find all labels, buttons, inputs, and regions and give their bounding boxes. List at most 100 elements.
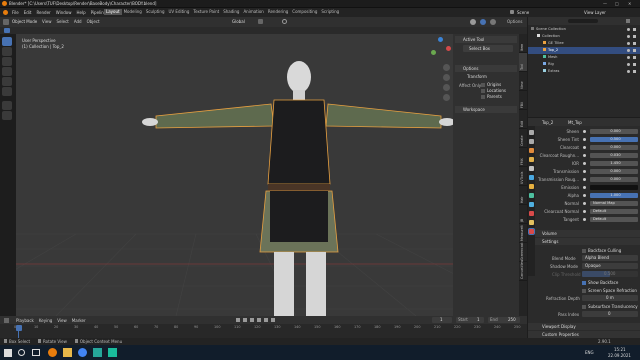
- minimize-button[interactable]: —: [603, 1, 607, 6]
- clip-threshold-field[interactable]: 0.500: [582, 271, 638, 277]
- outliner-item[interactable]: Scene Collection: [528, 26, 640, 33]
- outliner-item[interactable]: GE Tillee: [528, 40, 640, 47]
- sidebar-tab-fbx[interactable]: FBX: [519, 91, 527, 110]
- visibility-eye-icon[interactable]: [627, 49, 630, 52]
- camera-icon[interactable]: [443, 84, 450, 91]
- tool-cursor-icon[interactable]: [2, 47, 12, 56]
- properties-tab-icon[interactable]: [529, 220, 534, 225]
- sidebar-tab-hair[interactable]: Hair: [519, 186, 527, 205]
- shading-rendered-icon[interactable]: [490, 19, 496, 25]
- ssr-row[interactable]: Screen Space Refraction: [582, 288, 638, 294]
- workspace-tab-layout[interactable]: Layout: [104, 9, 122, 15]
- playhead[interactable]: [16, 325, 22, 331]
- timeline-menu-view[interactable]: View: [57, 318, 67, 323]
- workspace-tab-uv-editing[interactable]: UV Editing: [167, 9, 192, 15]
- blender-menu-icon[interactable]: [3, 10, 8, 15]
- properties-tab-icon[interactable]: [529, 148, 534, 153]
- render-camera-icon[interactable]: [633, 63, 636, 66]
- play-icon[interactable]: [257, 318, 261, 322]
- menu-help[interactable]: Help: [76, 10, 85, 15]
- socket-dot-icon[interactable]: [583, 202, 586, 205]
- shadow-mode-select[interactable]: Opaque: [582, 263, 638, 269]
- ssr-checkbox[interactable]: [582, 289, 586, 293]
- socket-dot-icon[interactable]: [583, 146, 586, 149]
- sidebar-tab-uvtools[interactable]: UVTools: [519, 167, 527, 186]
- active-tool-header[interactable]: Active Tool: [455, 36, 517, 43]
- socket-dot-icon[interactable]: [583, 194, 586, 197]
- workspace-tab-scripting[interactable]: Scripting: [319, 9, 341, 15]
- blender-task-icon[interactable]: [48, 348, 57, 357]
- properties-tab-icon[interactable]: [529, 211, 534, 216]
- ortho-icon[interactable]: [443, 94, 450, 101]
- sidebar-tab-tool[interactable]: Tool: [519, 53, 527, 72]
- material-input-field[interactable]: 0.000: [590, 177, 638, 182]
- sidebar-tab-item[interactable]: Item: [519, 34, 527, 53]
- show-backface-checkbox[interactable]: [582, 281, 586, 285]
- affect-parents-checkbox[interactable]: [481, 95, 485, 99]
- taskbar-search-icon[interactable]: [18, 349, 25, 356]
- workspace-tab-animation[interactable]: Animation: [241, 9, 265, 15]
- viewport-display-header[interactable]: Viewport Display: [528, 323, 640, 330]
- timeline-ruler[interactable]: 0102030405060708090100110120130140150160…: [14, 325, 524, 331]
- settings-header[interactable]: Settings: [528, 238, 640, 245]
- clock-time[interactable]: 15:21: [614, 347, 626, 352]
- editor-type-icon[interactable]: [3, 19, 9, 25]
- blend-mode-select[interactable]: Alpha Blend: [582, 255, 638, 261]
- material-input-field[interactable]: 0.000: [590, 129, 638, 134]
- language-indicator[interactable]: ENG: [585, 350, 594, 355]
- outliner-item[interactable]: Top_2: [528, 47, 640, 54]
- material-input-field[interactable]: 0.000: [590, 169, 638, 174]
- material-input-field[interactable]: Default: [590, 217, 638, 222]
- workspace-tab-sculpting[interactable]: Sculpting: [144, 9, 167, 15]
- visibility-eye-icon[interactable]: [627, 35, 630, 38]
- snap-icon[interactable]: [258, 19, 263, 24]
- close-button[interactable]: ✕: [628, 1, 631, 6]
- render-camera-icon[interactable]: [633, 49, 636, 52]
- material-input-field[interactable]: 0.500: [590, 137, 638, 142]
- properties-tab-icon[interactable]: [529, 139, 534, 144]
- sidebar-tab-jb[interactable]: JB: [519, 205, 527, 224]
- material-input-field[interactable]: 1.450: [590, 161, 638, 166]
- tool-scale-icon[interactable]: [2, 77, 12, 86]
- socket-dot-icon[interactable]: [583, 154, 586, 157]
- socket-dot-icon[interactable]: [583, 130, 586, 133]
- outliner-item[interactable]: Extras: [528, 68, 640, 75]
- menu-edit[interactable]: Edit: [24, 10, 32, 15]
- menu-window[interactable]: Window: [56, 10, 72, 15]
- play-reverse-icon[interactable]: [250, 318, 254, 322]
- properties-tab-icon[interactable]: [528, 228, 535, 235]
- gizmo-y-icon[interactable]: [431, 50, 436, 55]
- visibility-eye-icon[interactable]: [627, 70, 630, 73]
- end-frame-field[interactable]: End 250: [488, 317, 520, 323]
- filter-icon[interactable]: [626, 19, 630, 23]
- socket-dot-icon[interactable]: [583, 178, 586, 181]
- prev-key-icon[interactable]: [243, 318, 247, 322]
- task-view-icon[interactable]: [32, 349, 40, 356]
- transform-header[interactable]: Transform: [457, 73, 517, 80]
- custom-properties-header[interactable]: Custom Properties: [528, 331, 640, 338]
- tool-measure-icon[interactable]: [2, 111, 12, 120]
- render-camera-icon[interactable]: [633, 70, 636, 73]
- workspace-tab-compositing[interactable]: Compositing: [290, 9, 319, 15]
- render-camera-icon[interactable]: [633, 35, 636, 38]
- visibility-eye-icon[interactable]: [627, 56, 630, 59]
- navigation-gizmo[interactable]: [429, 37, 451, 59]
- material-input-field[interactable]: 0.000: [590, 145, 638, 150]
- viewport-menu-select[interactable]: Select: [57, 19, 69, 24]
- affect-parents-row[interactable]: Parents: [481, 94, 515, 100]
- subsurface-translucency-row[interactable]: Subsurface Translucency: [582, 304, 638, 310]
- properties-tab-icon[interactable]: [529, 130, 534, 135]
- socket-dot-icon[interactable]: [583, 218, 586, 221]
- sidebar-tab-create[interactable]: Create: [519, 129, 527, 148]
- gizmo-z-icon[interactable]: [438, 37, 443, 42]
- tool-rotate-icon[interactable]: [2, 67, 12, 76]
- workspace-header[interactable]: Workspace: [455, 106, 517, 113]
- pan-icon[interactable]: [443, 74, 450, 81]
- properties-tab-icon[interactable]: [529, 175, 534, 180]
- timeline-menu-marker[interactable]: Marker: [72, 318, 86, 323]
- tool-select-box-icon[interactable]: [2, 37, 12, 46]
- gizmo-x-icon[interactable]: [446, 46, 451, 51]
- backface-culling-row[interactable]: Backface Culling: [582, 248, 638, 254]
- tool-annotate-icon[interactable]: [2, 101, 12, 110]
- visibility-eye-icon[interactable]: [627, 42, 630, 45]
